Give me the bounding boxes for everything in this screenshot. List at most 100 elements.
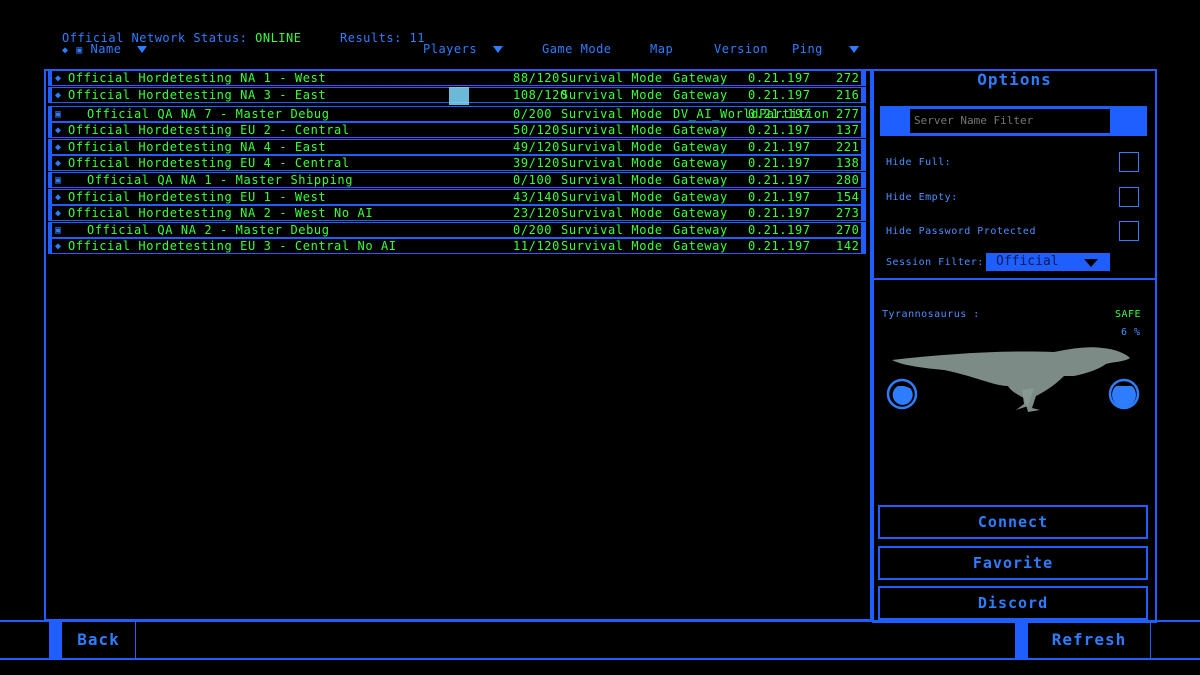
hide-full-label: Hide Full: xyxy=(886,157,952,168)
row-accent xyxy=(861,190,865,204)
server-name: Official QA NA 2 - Master Debug xyxy=(87,223,330,237)
server-name: Official Hordetesting EU 2 - Central xyxy=(68,123,350,137)
server-ping: 272 xyxy=(836,71,860,85)
server-ping: 280 xyxy=(836,173,860,187)
server-name: Official Hordetesting NA 2 - West No AI xyxy=(68,206,374,220)
server-name: Official Hordetesting NA 3 - East xyxy=(68,88,327,102)
hide-password-checkbox[interactable] xyxy=(1119,221,1139,241)
shield-icon: ◆ xyxy=(55,208,62,219)
row-accent xyxy=(861,223,865,237)
server-ping: 137 xyxy=(836,123,860,137)
server-map: Gateway xyxy=(673,88,728,102)
column-ping-label: Ping xyxy=(792,42,823,56)
refresh-button[interactable]: Refresh xyxy=(1027,621,1151,659)
row-accent xyxy=(861,140,865,154)
server-players: 0/200 xyxy=(513,223,553,237)
sort-chevron-down-icon xyxy=(137,46,148,53)
results-label: Results: xyxy=(340,31,402,45)
row-accent xyxy=(861,173,865,187)
server-mode: Survival Mode xyxy=(561,140,663,154)
server-mode: Survival Mode xyxy=(561,107,663,121)
session-filter-dropdown[interactable]: Official xyxy=(986,253,1110,271)
connect-button[interactable]: Connect xyxy=(878,505,1148,539)
column-ping-header[interactable]: Ping xyxy=(792,42,859,56)
server-map: Gateway xyxy=(673,173,728,187)
column-players-label: Players xyxy=(423,42,478,56)
hide-empty-checkbox[interactable] xyxy=(1119,187,1139,207)
server-mode: Survival Mode xyxy=(561,173,663,187)
hide-password-label: Hide Password Protected xyxy=(886,226,1036,237)
shield-icon: ◆ xyxy=(55,90,62,101)
server-name: Official Hordetesting EU 1 - West xyxy=(68,190,327,204)
column-players-header[interactable]: Players xyxy=(423,42,503,56)
shield-icon: ◆ xyxy=(62,45,69,56)
table-row[interactable]: ▣ Official QA NA 7 - Master Debug 0/200 Sur… xyxy=(48,106,866,122)
back-button-accent xyxy=(49,621,61,659)
table-row[interactable]: ◆ Official Hordetesting EU 4 - Central 39/… xyxy=(48,155,866,171)
server-map: Gateway xyxy=(673,206,728,220)
name-filter-input[interactable] xyxy=(910,109,1110,133)
server-version: 0.21.197 xyxy=(748,156,811,170)
hide-full-checkbox[interactable] xyxy=(1119,152,1139,172)
hide-empty-label: Hide Empty: xyxy=(886,192,958,203)
server-version: 0.21.197 xyxy=(748,88,811,102)
server-players: 0/100 xyxy=(513,173,553,187)
server-players: 39/120 xyxy=(513,156,560,170)
row-accent xyxy=(49,190,52,204)
table-row[interactable]: ▣ Official QA NA 1 - Master Shipping 0/100… xyxy=(48,172,866,188)
server-map: Gateway xyxy=(673,190,728,204)
server-mode: Survival Mode xyxy=(561,156,663,170)
server-map: Gateway xyxy=(673,140,728,154)
server-ping: 270 xyxy=(836,223,860,237)
shield-icon: ◆ xyxy=(55,142,62,153)
back-button[interactable]: Back xyxy=(61,621,136,659)
server-map: Gateway xyxy=(673,123,728,137)
column-gamemode-header[interactable]: Game Mode xyxy=(542,42,612,56)
server-map: Gateway xyxy=(673,239,728,253)
column-version-header[interactable]: Version xyxy=(714,42,768,56)
chevron-down-icon xyxy=(1084,259,1098,267)
server-mode: Survival Mode xyxy=(561,206,663,220)
refresh-button-accent xyxy=(1015,621,1027,659)
shield-icon: ◆ xyxy=(55,241,62,252)
server-mode: Survival Mode xyxy=(561,190,663,204)
server-players: 50/120 xyxy=(513,123,560,137)
row-accent xyxy=(49,156,52,170)
server-name: Official Hordetesting NA 4 - East xyxy=(68,140,327,154)
row-accent xyxy=(49,206,52,220)
server-players: 49/120 xyxy=(513,140,560,154)
table-row[interactable]: ◆ Official Hordetesting EU 1 - West 43/140… xyxy=(48,189,866,205)
server-ping: 221 xyxy=(836,140,860,154)
table-row[interactable]: ◆ Official Hordetesting EU 3 - Central No… xyxy=(48,238,866,254)
server-mode: Survival Mode xyxy=(561,88,663,102)
server-players: 43/140 xyxy=(513,190,560,204)
session-filter-value: Official xyxy=(996,254,1059,269)
server-name: Official QA NA 1 - Master Shipping xyxy=(87,173,354,187)
table-row[interactable]: ◆ Official Hordetesting NA 4 - East 49/120… xyxy=(48,139,866,155)
row-accent xyxy=(49,239,52,253)
server-players: 23/120 xyxy=(513,206,560,220)
table-row[interactable]: ◆ Official Hordetesting EU 2 - Central 50/… xyxy=(48,122,866,138)
server-name: Official Hordetesting EU 3 - Central No … xyxy=(68,239,397,253)
table-row[interactable]: ◆ Official Hordetesting NA 2 - West No AI… xyxy=(48,205,866,221)
row-accent xyxy=(861,206,865,220)
server-players: 11/120 xyxy=(513,239,560,253)
server-name: Official QA NA 7 - Master Debug xyxy=(87,107,330,121)
row-accent xyxy=(861,107,865,121)
lock-icon: ▣ xyxy=(55,109,62,120)
server-mode: Survival Mode xyxy=(561,71,663,85)
tyrannosaurus-silhouette-icon xyxy=(886,347,1140,412)
row-accent xyxy=(49,107,52,121)
table-row[interactable]: ▣ Official QA NA 2 - Master Debug 0/200 Sur… xyxy=(48,222,866,238)
server-ping: 216 xyxy=(836,88,860,102)
column-map-header[interactable]: Map xyxy=(650,42,673,56)
sort-chevron-down-icon xyxy=(848,46,859,53)
favorite-button[interactable]: Favorite xyxy=(878,546,1148,580)
server-name: Official Hordetesting EU 4 - Central xyxy=(68,156,350,170)
discord-button[interactable]: Discord xyxy=(878,586,1148,620)
row-accent xyxy=(49,71,52,85)
column-name-label: Name xyxy=(90,42,122,56)
column-name-header[interactable]: ◆ ▣ Name xyxy=(62,42,148,56)
table-row[interactable]: ◆ Official Hordetesting NA 1 - West 88/120… xyxy=(48,70,866,86)
scrollbar-thumb[interactable] xyxy=(449,87,469,105)
